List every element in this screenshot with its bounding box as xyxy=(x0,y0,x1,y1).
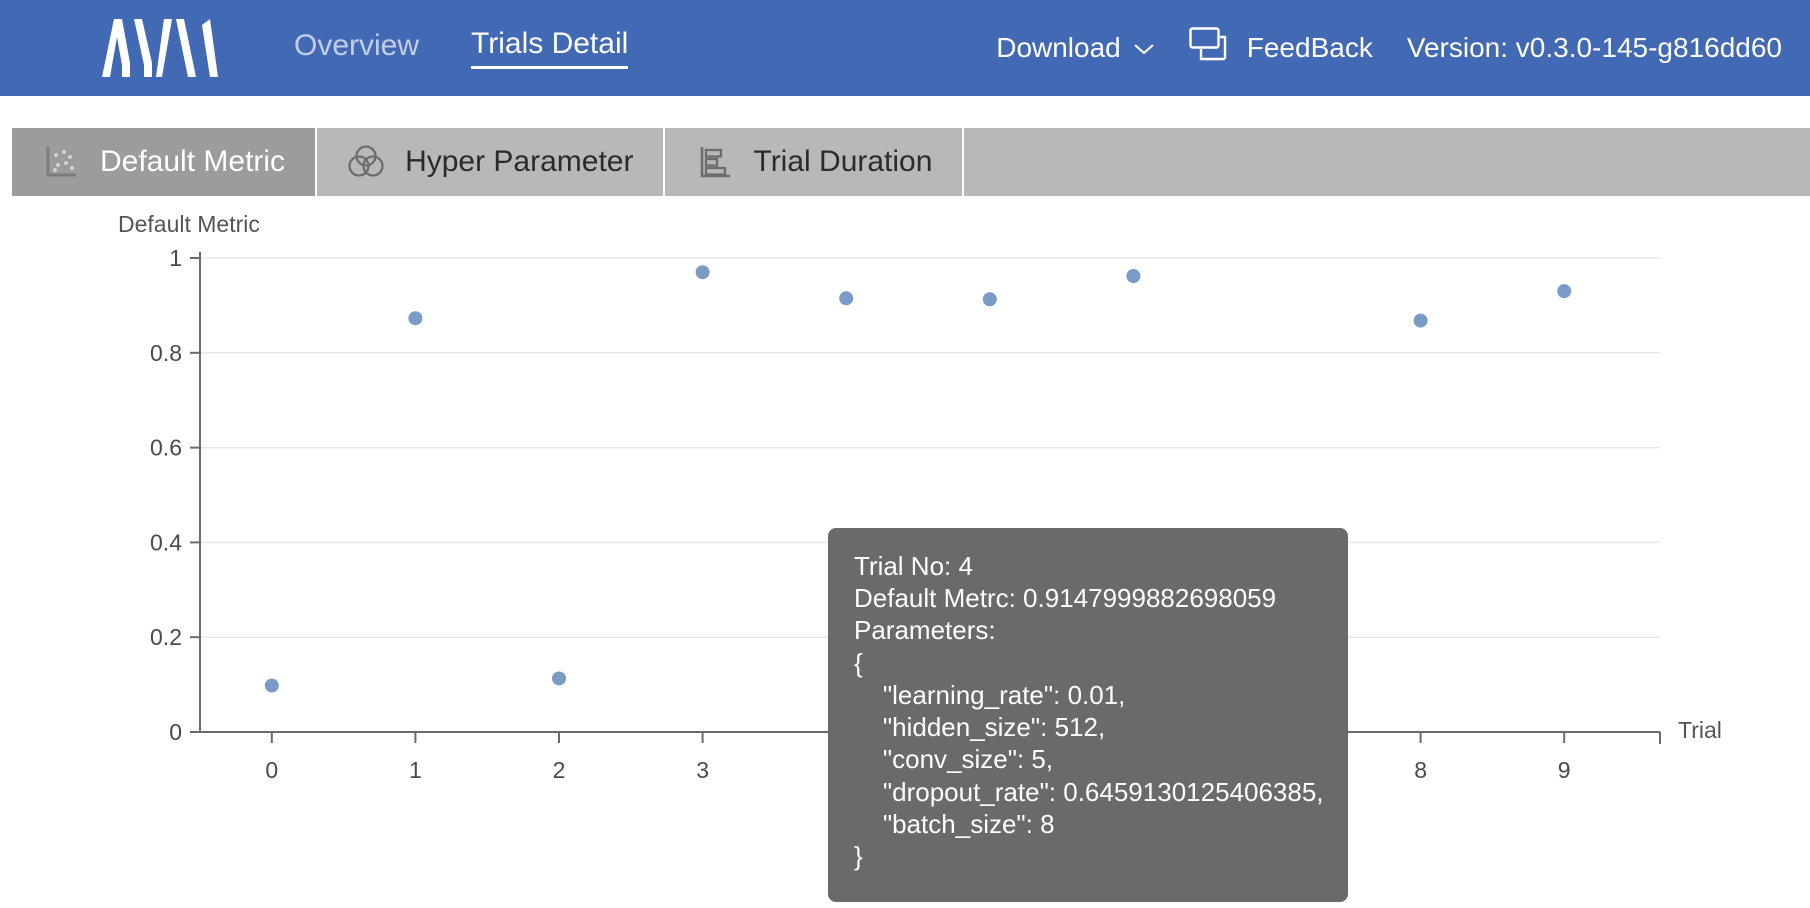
data-point xyxy=(1557,284,1571,298)
chart-tab-bar: Default Metric Hyper Parameter Trial Dur… xyxy=(12,128,1810,196)
x-tick-label: 9 xyxy=(1558,757,1571,783)
x-tick-label: 2 xyxy=(553,757,566,783)
tooltip-param-learning-rate: "learning_rate": 0.01, xyxy=(854,679,1322,711)
x-tick-label: 0 xyxy=(265,757,278,783)
tooltip-param-conv-size: "conv_size": 5, xyxy=(854,743,1322,775)
primary-nav: Overview Trials Detail xyxy=(294,27,628,69)
nav-link-trials-detail[interactable]: Trials Detail xyxy=(471,27,628,69)
data-point xyxy=(696,265,710,279)
tab-label-default-metric: Default Metric xyxy=(100,145,285,179)
y-axis-title: Default Metric xyxy=(118,211,260,237)
tooltip-param-hidden-size: "hidden_size": 512, xyxy=(854,711,1322,743)
y-tick-label: 0.2 xyxy=(150,624,182,650)
app-header: Overview Trials Detail Download FeedBack… xyxy=(0,0,1810,96)
data-point xyxy=(265,679,279,693)
tab-bar-filler xyxy=(964,128,1810,196)
tooltip-close-brace: } xyxy=(854,840,1322,872)
x-tick-label: 8 xyxy=(1414,757,1427,783)
scatter-plot-icon xyxy=(42,143,80,181)
y-tick-label: 0.4 xyxy=(150,529,182,555)
tab-trial-duration[interactable]: Trial Duration xyxy=(665,128,964,196)
default-metric-chart: Default Metric00.20.40.60.810123456789Tr… xyxy=(0,196,1810,908)
download-button[interactable]: Download xyxy=(996,32,1155,64)
data-point xyxy=(1414,314,1428,328)
x-tick-label: 3 xyxy=(696,757,709,783)
tooltip-param-dropout-rate: "dropout_rate": 0.6459130125406385, xyxy=(854,776,1322,808)
feedback-label: FeedBack xyxy=(1247,32,1373,64)
data-point xyxy=(552,671,566,685)
y-tick-label: 0 xyxy=(169,719,182,745)
chevron-down-icon xyxy=(1133,41,1155,60)
tooltip-default-metric: Default Metrc: 0.9147999882698059 xyxy=(854,582,1322,614)
venn-diagram-icon xyxy=(347,143,385,181)
x-axis-title: Trial xyxy=(1678,717,1722,743)
bar-chart-icon xyxy=(695,143,733,181)
tab-label-hyper-parameter: Hyper Parameter xyxy=(405,145,633,179)
data-point xyxy=(1126,269,1140,283)
data-point xyxy=(839,291,853,305)
header-actions: Download FeedBack Version: v0.3.0-145-g8… xyxy=(996,27,1782,70)
download-label: Download xyxy=(996,32,1121,64)
trial-tooltip: Trial No: 4 Default Metrc: 0.91479998826… xyxy=(828,528,1348,902)
tab-label-trial-duration: Trial Duration xyxy=(753,145,932,179)
feedback-button[interactable]: FeedBack xyxy=(1189,27,1373,70)
tab-hyper-parameter[interactable]: Hyper Parameter xyxy=(317,128,665,196)
tooltip-parameters-label: Parameters: xyxy=(854,614,1322,646)
tab-default-metric[interactable]: Default Metric xyxy=(12,128,317,196)
chat-bubble-icon xyxy=(1189,27,1233,70)
y-tick-label: 1 xyxy=(169,245,182,271)
version-label: Version: v0.3.0-145-g816dd60 xyxy=(1407,32,1782,64)
y-tick-label: 0.6 xyxy=(150,435,182,461)
nni-logo[interactable] xyxy=(100,17,236,79)
data-point xyxy=(408,311,422,325)
tooltip-open-brace: { xyxy=(854,647,1322,679)
nav-link-overview[interactable]: Overview xyxy=(294,29,419,68)
tooltip-trial-no: Trial No: 4 xyxy=(854,550,1322,582)
tooltip-param-batch-size: "batch_size": 8 xyxy=(854,808,1322,840)
data-point xyxy=(983,292,997,306)
y-tick-label: 0.8 xyxy=(150,340,182,366)
x-tick-label: 1 xyxy=(409,757,422,783)
